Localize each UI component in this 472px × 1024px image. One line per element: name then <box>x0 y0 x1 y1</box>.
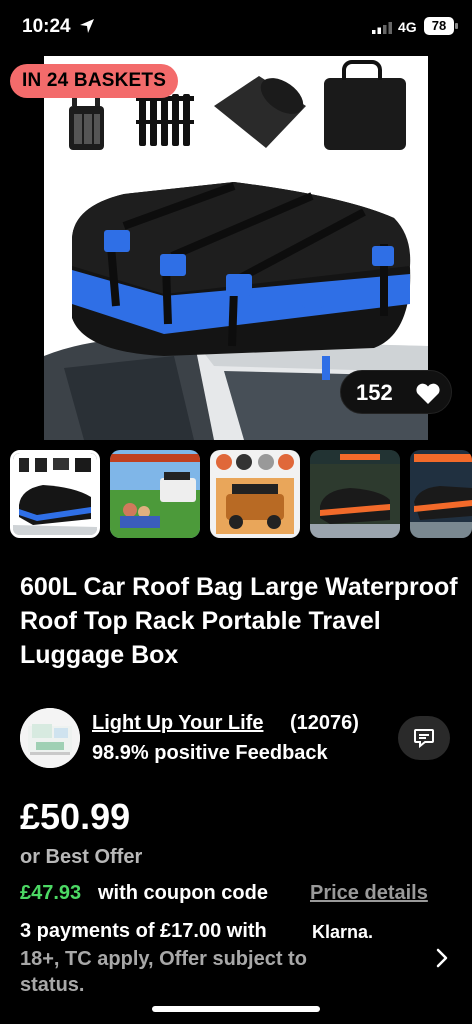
klarna-logo: Klarna. <box>312 922 374 942</box>
price: £50.99 <box>20 796 131 837</box>
home-indicator[interactable] <box>152 1006 320 1012</box>
message-seller-button[interactable] <box>398 716 450 760</box>
coupon-price: £47.93 <box>20 882 82 904</box>
seller-name-link[interactable]: Light Up Your Life <box>92 712 263 735</box>
network-label: 4G <box>398 19 417 35</box>
seller-avatar[interactable] <box>20 708 80 768</box>
signal-bars-icon <box>372 22 392 34</box>
thumbnail-3[interactable] <box>210 450 300 538</box>
coupon-text: with coupon code <box>98 882 268 904</box>
thumbnail-1[interactable] <box>10 450 100 538</box>
straps-icon <box>136 94 194 146</box>
best-offer-label: or Best Offer <box>20 846 143 868</box>
heart-icon <box>416 383 440 404</box>
watch-button[interactable]: 152 <box>340 370 452 414</box>
location-arrow-icon <box>80 19 94 33</box>
baskets-badge: IN 24 BASKETS <box>10 64 179 98</box>
thumbnail-4[interactable] <box>310 450 400 538</box>
installments-text: 3 payments of £17.00 with <box>20 920 267 942</box>
installments-terms: 18+, TC apply, Offer subject to status. <box>20 948 307 996</box>
thumbnail-strip <box>0 448 472 542</box>
watch-count: 152 <box>356 380 393 405</box>
price-details-link[interactable]: Price details <box>310 882 428 905</box>
battery-nub <box>455 23 458 29</box>
message-icon <box>414 729 434 749</box>
thumbnail-5[interactable] <box>410 450 472 538</box>
status-bar: 10:24 4G 78 <box>0 0 472 56</box>
status-time: 10:24 <box>22 16 71 37</box>
chevron-right-icon[interactable] <box>434 946 450 970</box>
seller-feedback-count: (12076) <box>290 712 359 734</box>
product-image-gallery[interactable]: IN 24 BASKETS 152 <box>0 56 472 440</box>
thumbnail-2[interactable] <box>110 450 200 538</box>
product-title: 600L Car Roof Bag Large Waterproof Roof … <box>20 573 458 669</box>
seller-feedback-percent: 98.9% positive Feedback <box>92 742 328 764</box>
battery-icon: 78 <box>424 17 454 35</box>
